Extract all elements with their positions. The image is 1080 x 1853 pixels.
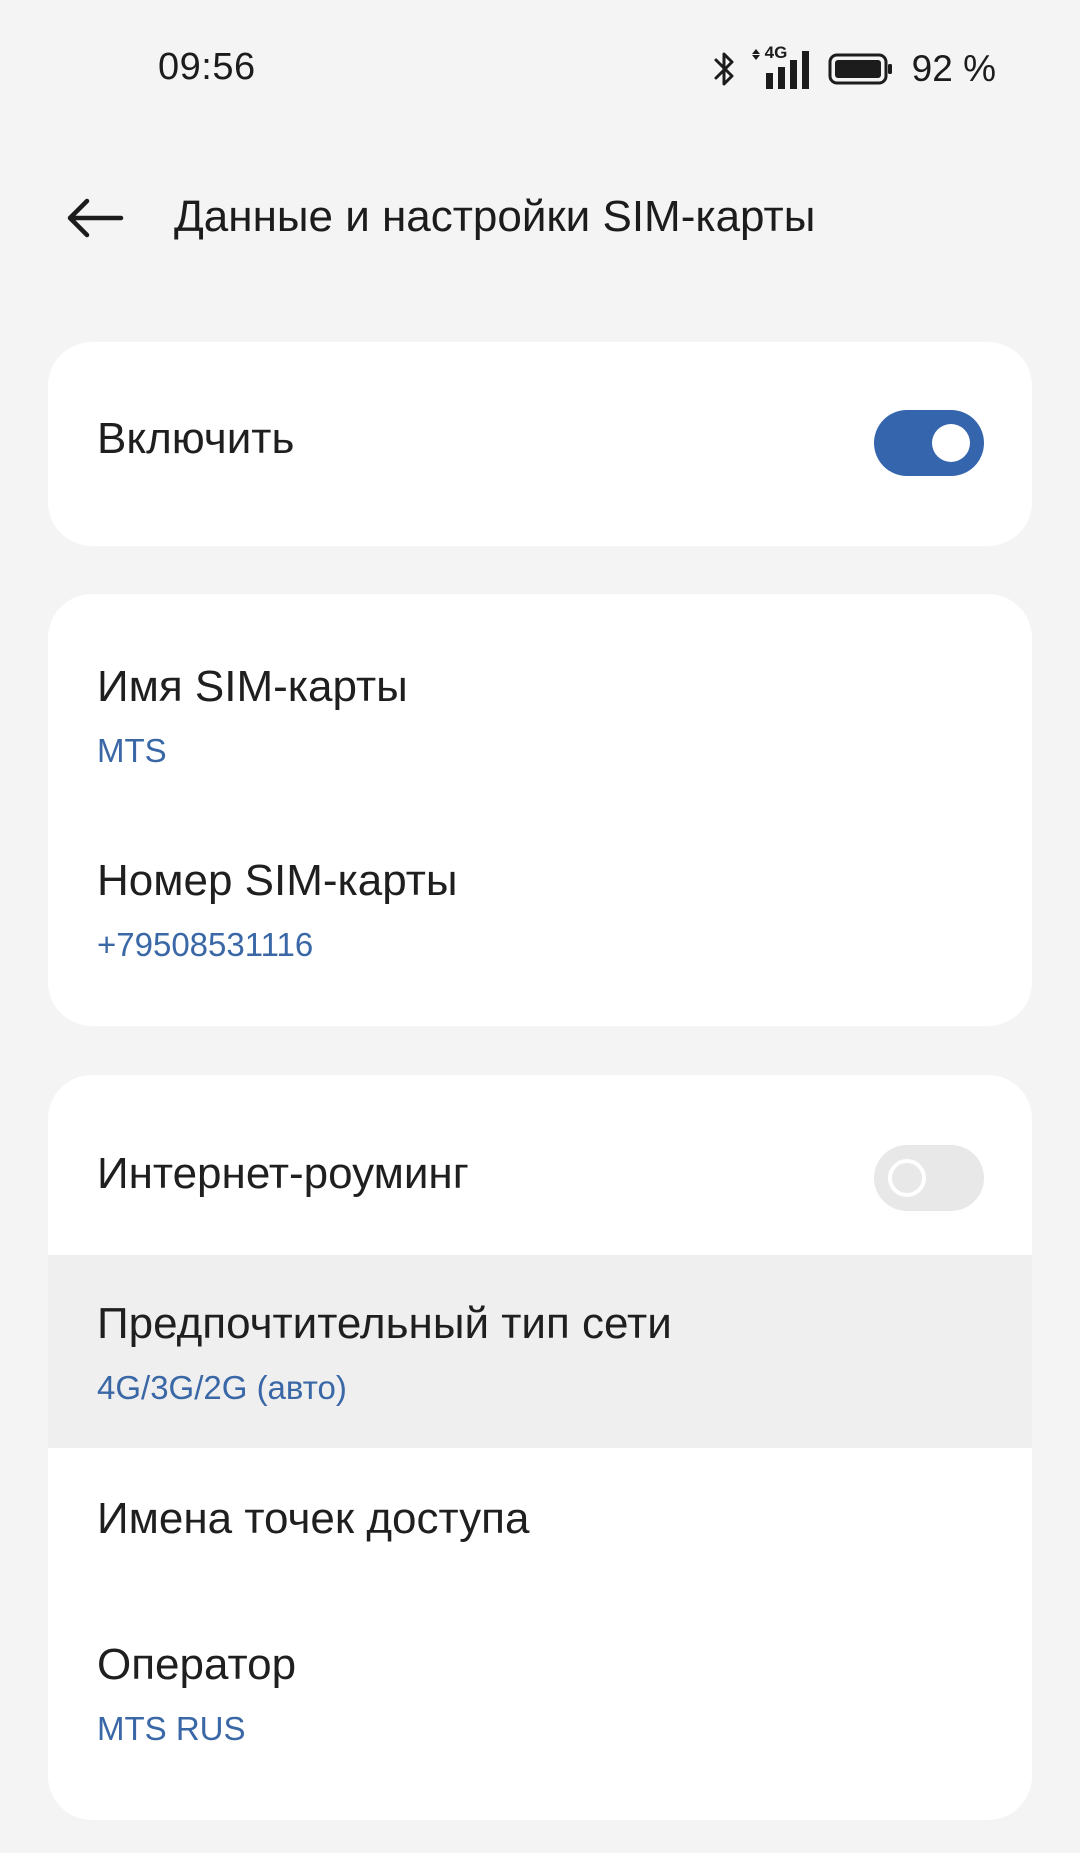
enable-row[interactable]: Включить [48,342,1032,546]
bluetooth-icon [712,49,738,89]
sim-name-value: MTS [97,732,167,769]
apn-row[interactable]: Имена точек доступа [48,1448,1032,1598]
enable-card: Включить [48,342,1032,546]
arrow-left-icon [65,196,125,245]
network-type-label: 4G [763,43,789,63]
roaming-label: Интернет-роуминг [97,1149,469,1198]
sim-name-row[interactable]: Имя SIM-карты MTS [48,594,1032,812]
status-icons: 4G 92 % [712,43,996,94]
sim-number-value: +79508531116 [97,926,314,963]
network-type-row[interactable]: Предпочтительный тип сети 4G/3G/2G (авто… [48,1255,1032,1448]
battery-icon [828,52,894,86]
operator-value: MTS RUS [97,1710,246,1747]
back-button[interactable] [60,190,130,250]
page-title: Данные и настройки SIM-карты [174,192,816,241]
network-type-label: Предпочтительный тип сети [97,1299,672,1348]
status-bar: 09:56 4G 92 % [0,0,1080,140]
roaming-toggle[interactable] [874,1145,984,1211]
operator-label: Оператор [97,1640,297,1689]
sim-number-label: Номер SIM-карты [97,856,458,905]
toggle-knob [888,1159,926,1197]
roaming-row[interactable]: Интернет-роуминг [48,1075,1032,1255]
operator-row[interactable]: Оператор MTS RUS [48,1598,1032,1820]
enable-label: Включить [97,414,295,463]
app-bar: Данные и настройки SIM-карты [0,170,1080,270]
sim-number-row[interactable]: Номер SIM-карты +79508531116 [48,812,1032,1026]
sim-name-label: Имя SIM-карты [97,662,408,711]
apn-label: Имена точек доступа [97,1494,530,1543]
toggle-knob [932,424,970,462]
signal-4g-icon: 4G [751,43,814,91]
battery-percentage: 92 % [911,48,996,89]
network-type-value: 4G/3G/2G (авто) [97,1369,347,1406]
enable-toggle[interactable] [874,410,984,476]
network-card: Интернет-роуминг Предпочтительный тип се… [48,1075,1032,1820]
sim-info-card: Имя SIM-карты MTS Номер SIM-карты +79508… [48,594,1032,1026]
status-time: 09:56 [158,46,256,88]
